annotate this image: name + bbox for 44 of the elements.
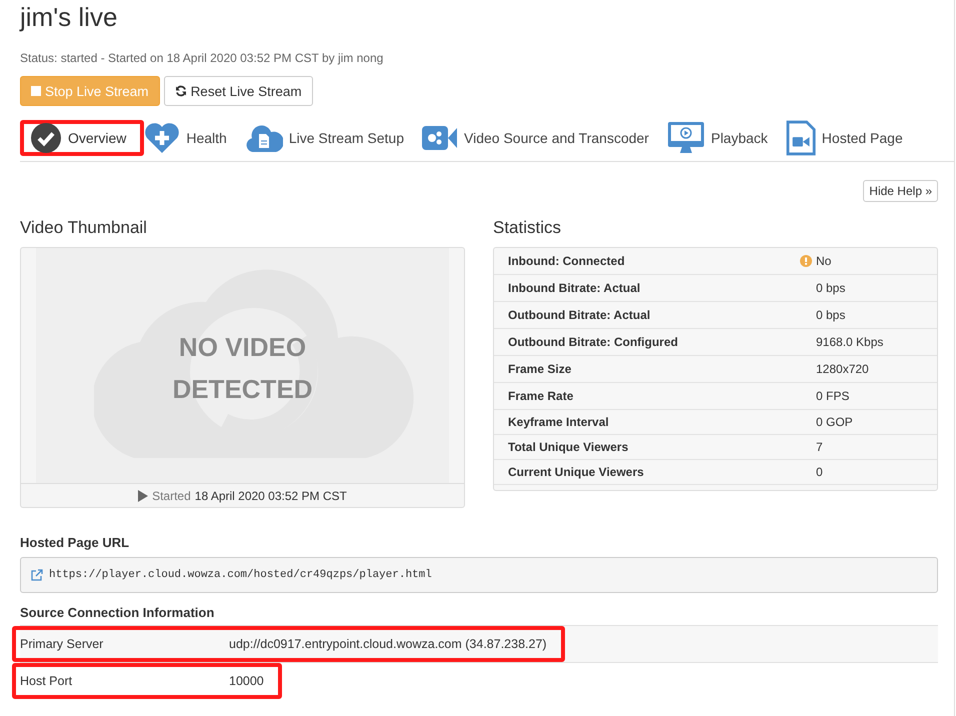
stat-label: Inbound: Connected <box>508 254 626 268</box>
hide-help-button[interactable]: Hide Help » <box>863 180 938 202</box>
connection-label: Host Port <box>20 674 74 688</box>
play-icon <box>138 490 148 502</box>
connection-value: 10000 <box>229 674 265 688</box>
section-heading: Source Connection Information <box>20 605 216 620</box>
section-heading: Statistics <box>493 218 562 238</box>
cloud-document-icon <box>244 123 283 153</box>
stat-label: Outbound Bitrate: Actual <box>508 308 652 322</box>
stat-label: Total Unique Viewers <box>508 440 630 454</box>
refresh-icon <box>174 85 187 97</box>
stat-label: Outbound Bitrate: Configured <box>508 335 679 349</box>
stat-label: Frame Size <box>508 362 572 376</box>
reset-stream-button[interactable]: Reset Live Stream <box>164 76 313 106</box>
stat-value: 0 FPS <box>816 389 850 403</box>
caption-label: Started <box>152 488 191 502</box>
section-heading: Video Thumbnail <box>20 218 148 238</box>
checkmark-icon <box>30 122 62 154</box>
stat-value: 1280x720 <box>816 362 869 376</box>
stat-label: Keyframe Interval <box>508 415 610 429</box>
url-field[interactable]: https://player.cloud.wowza.com/hosted/cr49qzps/player.html <box>20 557 938 593</box>
nav-tab[interactable]: Overview <box>20 120 144 156</box>
stat-value: 7 <box>816 440 823 454</box>
page-title: jim's live <box>20 1 118 32</box>
stat-value: 0 GOP <box>816 415 853 429</box>
stat-label: Current Unique Viewers <box>508 465 645 479</box>
no-video-text: NO VIDEO DETECTED <box>172 330 313 406</box>
stat-label: Frame Rate <box>508 389 574 403</box>
video-file-icon <box>786 120 816 156</box>
section-heading: Hosted Page URL <box>20 535 130 550</box>
caption-time: 18 April 2020 03:52 PM CST <box>194 488 347 502</box>
stat-value: 0 bps <box>816 308 846 322</box>
external-link-icon <box>31 569 43 581</box>
stat-value: 0 <box>816 465 823 479</box>
connection-label: Primary Server <box>20 637 104 651</box>
heart-plus-icon <box>144 122 180 154</box>
video-camera-gears-icon <box>422 124 458 152</box>
stat-label: Inbound Bitrate: Actual <box>508 281 642 295</box>
stat-value: 9168.0 Kbps <box>816 335 884 349</box>
stat-value: 0 bps <box>816 281 846 295</box>
connection-value: udp://dc0917.entrypoint.cloud.wowza.com (34.87.238.27) <box>229 637 548 651</box>
stat-value: No <box>816 254 832 268</box>
monitor-play-icon <box>666 121 705 155</box>
status-text: Status: started - Started on 18 April 2020 03:52 PM CST by jim nong <box>20 51 384 65</box>
